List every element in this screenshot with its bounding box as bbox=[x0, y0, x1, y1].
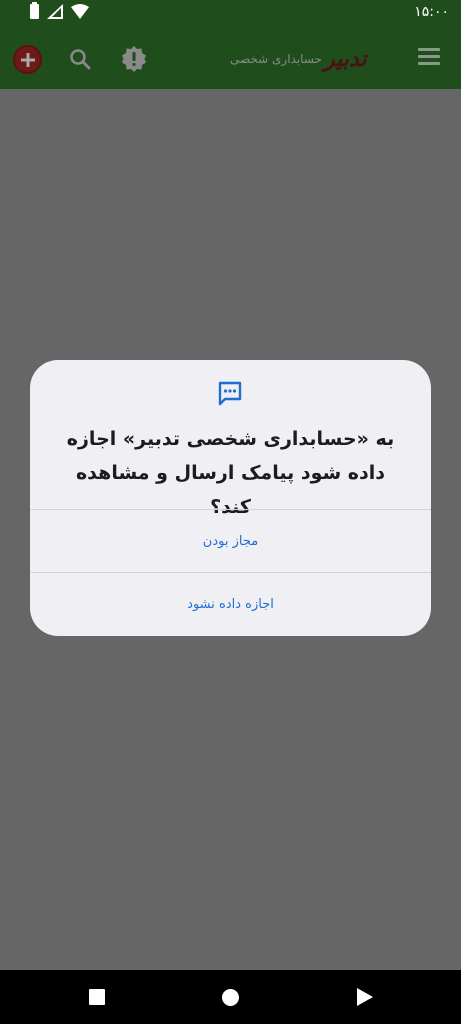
permission-dialog: به «حسابداری شخصی تدبیر» اجازه داده شود … bbox=[30, 360, 431, 636]
status-icons bbox=[30, 2, 89, 19]
recent-triangle-icon[interactable] bbox=[356, 988, 374, 1006]
navigation-bar bbox=[0, 970, 461, 1024]
menu-line bbox=[418, 48, 440, 51]
wifi-icon bbox=[71, 4, 89, 19]
home-circle-icon[interactable] bbox=[222, 989, 239, 1006]
sms-icon bbox=[218, 381, 242, 406]
menu-line bbox=[418, 55, 440, 58]
alert-icon[interactable] bbox=[120, 45, 148, 73]
signal-icon bbox=[47, 4, 63, 19]
app-bar: حسابداری شخصی تدبیر bbox=[0, 28, 461, 89]
menu-line bbox=[418, 62, 440, 65]
allow-button[interactable]: مجاز بودن bbox=[30, 510, 431, 572]
add-button[interactable] bbox=[13, 45, 42, 74]
brand-subtitle: حسابداری شخصی bbox=[230, 52, 322, 66]
brand-logo: تدبیر bbox=[323, 46, 367, 72]
status-bar: ۱۵:۰۰ bbox=[0, 0, 461, 28]
deny-button[interactable]: اجازه داده نشود bbox=[30, 573, 431, 635]
clock: ۱۵:۰۰ bbox=[414, 4, 449, 20]
back-square-icon[interactable] bbox=[89, 989, 105, 1005]
app-brand: حسابداری شخصی تدبیر bbox=[230, 46, 367, 72]
menu-icon[interactable] bbox=[418, 48, 440, 66]
search-icon[interactable] bbox=[68, 47, 92, 71]
battery-icon bbox=[30, 2, 39, 19]
